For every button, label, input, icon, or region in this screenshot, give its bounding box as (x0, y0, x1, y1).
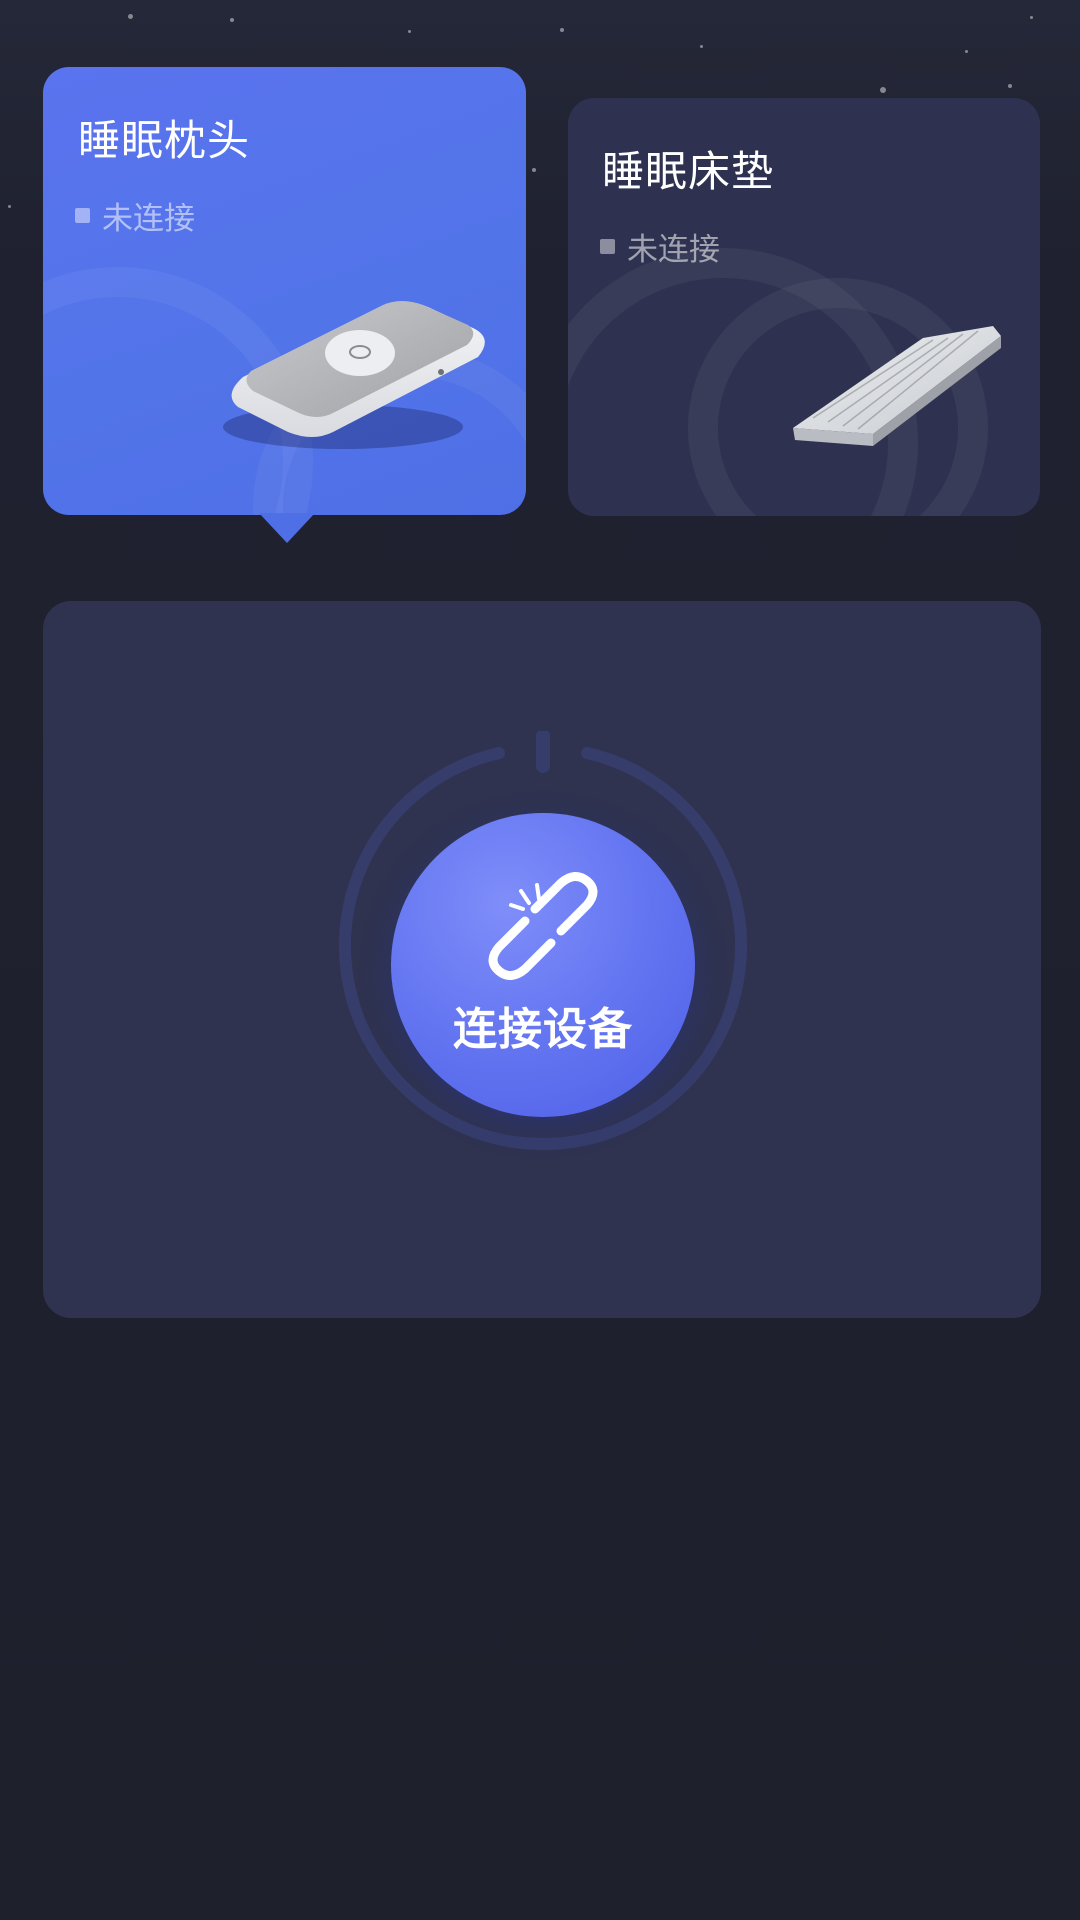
device-card-pillow[interactable]: 睡眠枕头 未连接 (43, 67, 526, 543)
device-name: 睡眠床垫 (602, 147, 775, 196)
status-text: 未连接 (627, 232, 720, 268)
app-screen: 睡眠枕头 未连接 睡眠床垫 未连接 连接设备 (0, 0, 1080, 1920)
device-name: 睡眠枕头 (78, 116, 251, 165)
connection-status: 未连接 (600, 224, 720, 269)
status-indicator (600, 239, 615, 254)
selected-pointer (259, 513, 315, 543)
mattress-image (793, 326, 1001, 446)
pillow-device-image (223, 301, 485, 449)
connect-device-button[interactable]: 连接设备 (391, 813, 695, 1117)
device-card-mattress[interactable]: 睡眠床垫 未连接 (568, 98, 1040, 516)
connect-panel: 连接设备 (43, 601, 1041, 1318)
connection-status: 未连接 (75, 193, 195, 238)
status-indicator (75, 208, 90, 223)
connect-device-label: 连接设备 (453, 1005, 633, 1054)
status-text: 未连接 (102, 201, 195, 237)
broken-link-icon (488, 872, 598, 980)
